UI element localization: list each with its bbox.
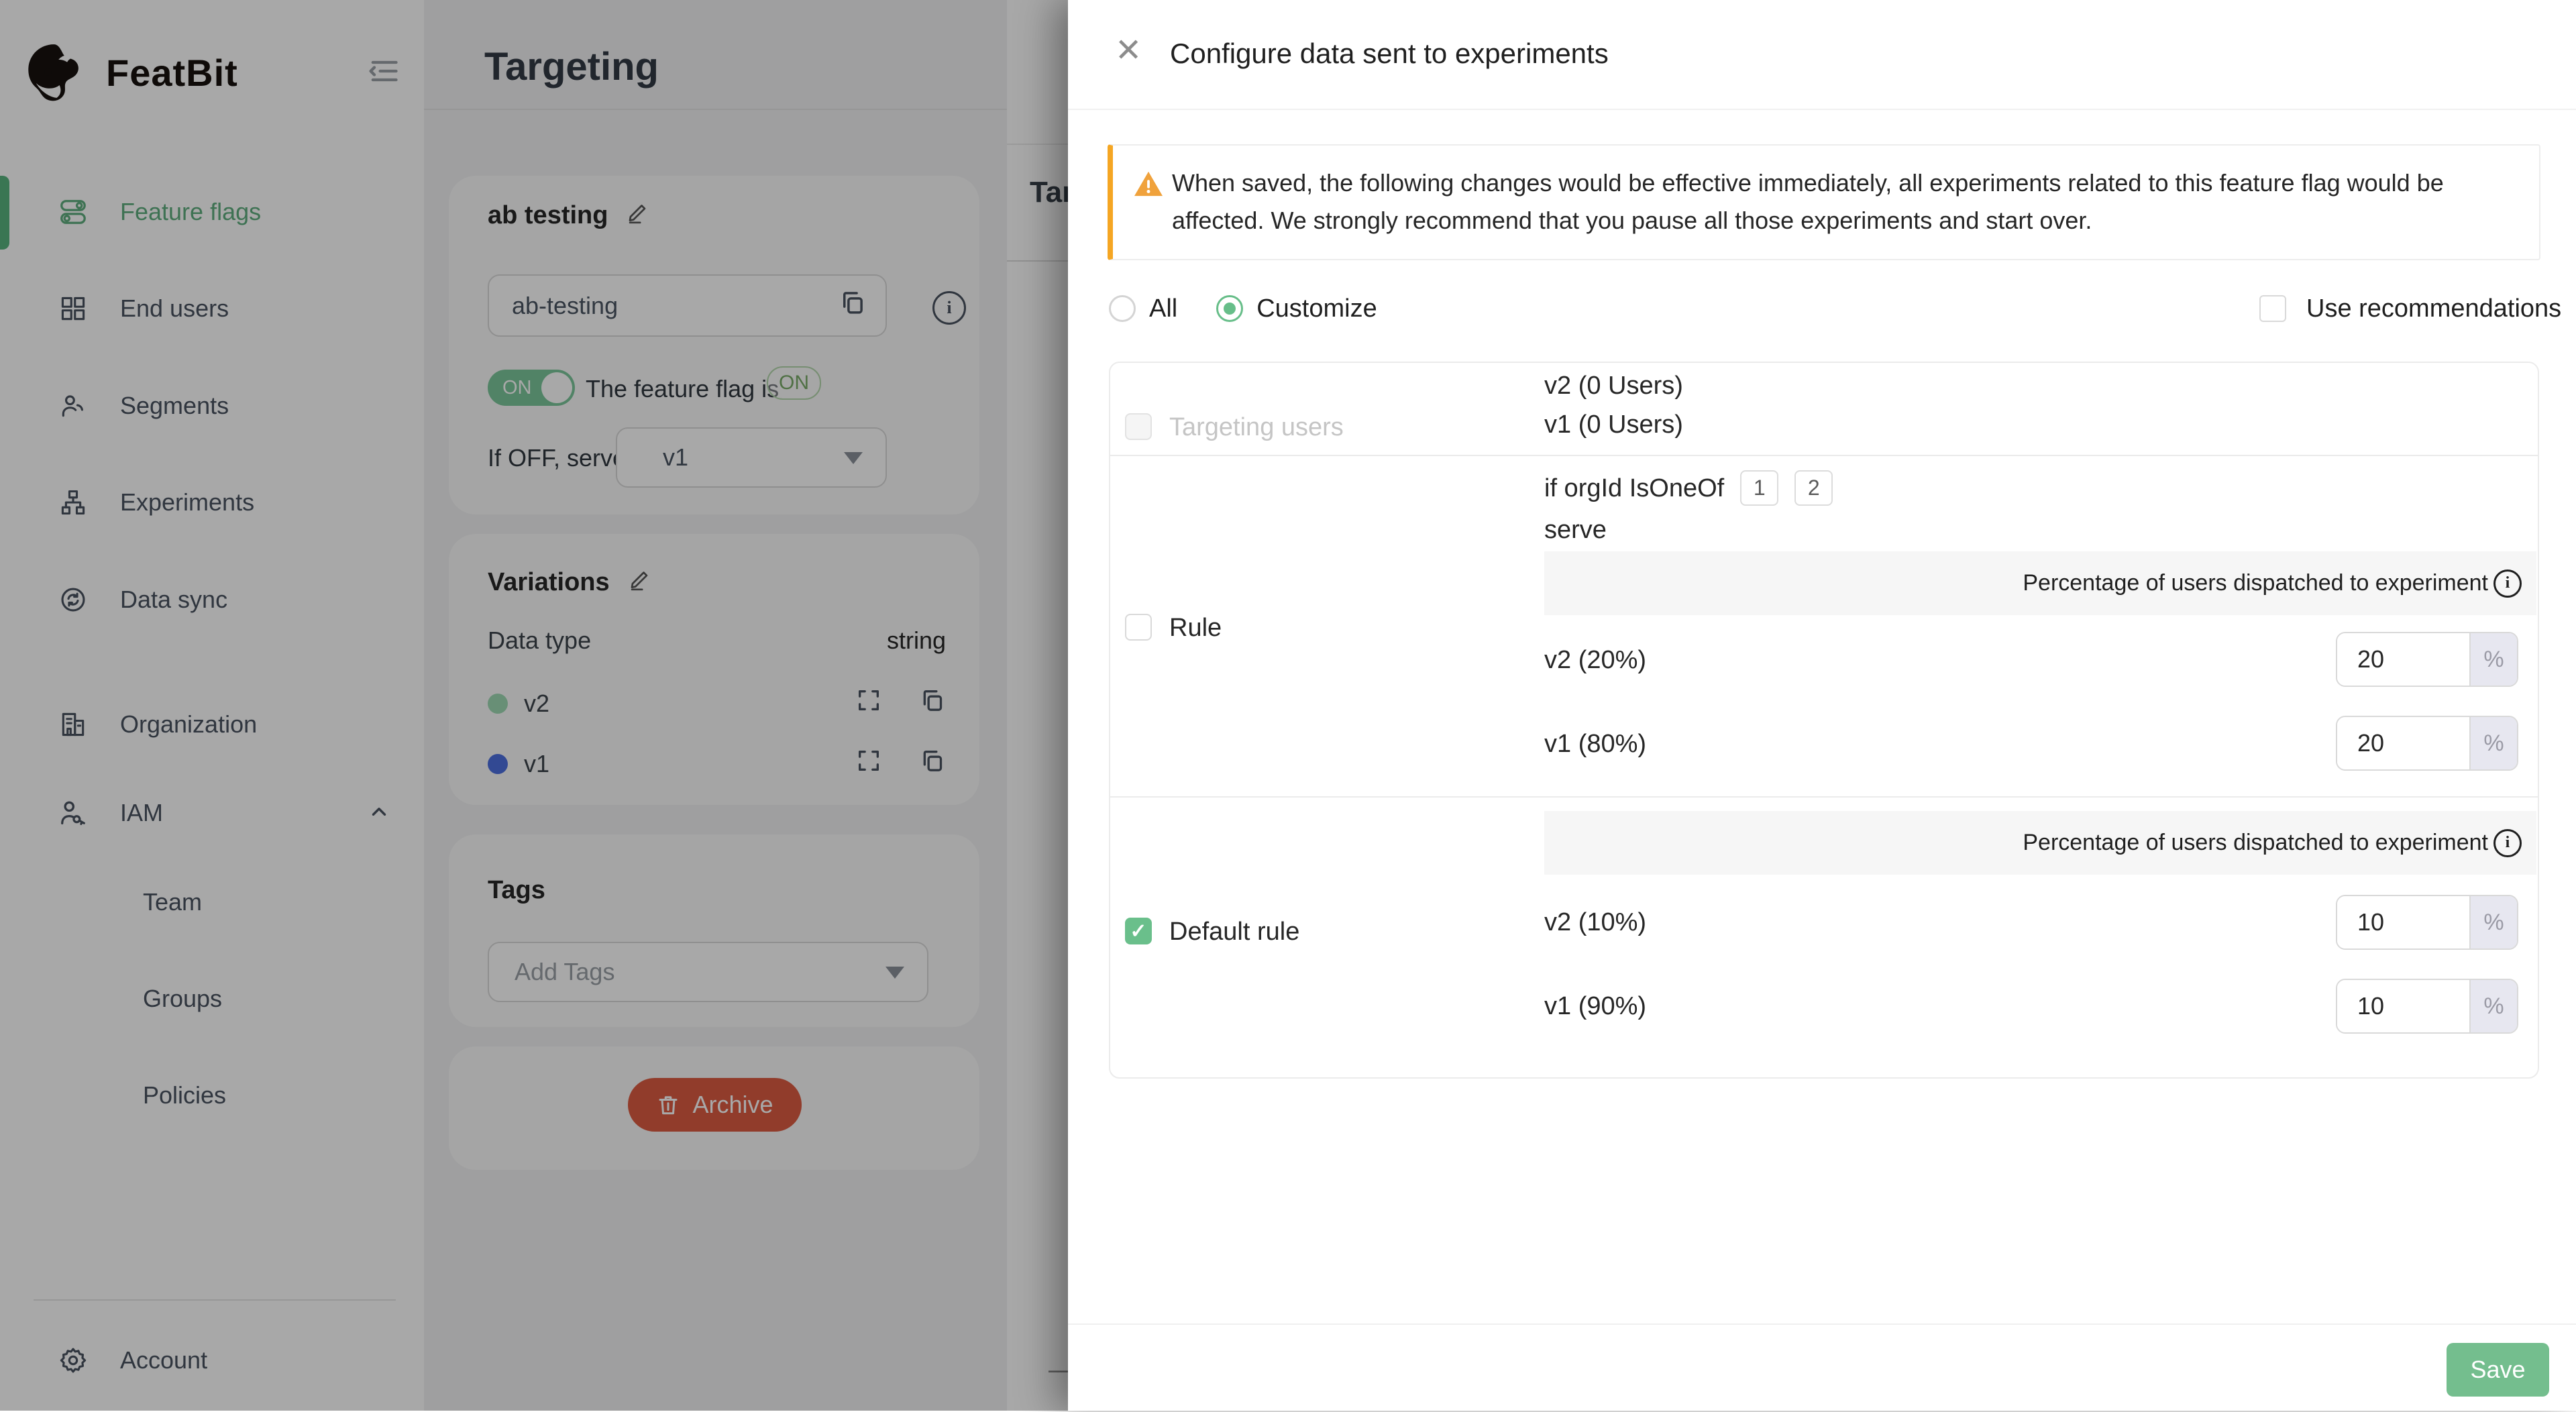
use-recommendations-label: Use recommendations	[2306, 294, 2561, 323]
default-rule-percent-input-group: %	[2336, 895, 2518, 950]
percent-input[interactable]	[2337, 717, 2469, 769]
rule-variation-percent-input-group: %	[2336, 632, 2518, 687]
use-recommendations-option: Use recommendations	[2259, 290, 2561, 327]
radio-all-label: All	[1149, 294, 1177, 323]
rule-serve-label: serve	[1544, 515, 1607, 545]
radio-all[interactable]	[1109, 295, 1136, 322]
warning-text: When saved, the following changes would …	[1172, 164, 2444, 239]
row-divider	[1110, 455, 2538, 456]
close-icon[interactable]: ✕	[1115, 35, 1142, 67]
row-divider	[1110, 796, 2538, 798]
default-rule-label: Default rule	[1169, 917, 1299, 946]
targeting-users-label: Targeting users	[1169, 413, 1344, 442]
warning-line-2: affected. We strongly recommend that you…	[1172, 202, 2444, 239]
drawer-footer: Save	[1068, 1323, 2576, 1412]
percent-unit: %	[2469, 717, 2517, 769]
rule-variation-label: v1 (80%)	[1544, 729, 1646, 759]
rule-percentage-header: Percentage of users dispatched to experi…	[1544, 551, 2536, 615]
default-rule-percentage-header: Percentage of users dispatched to experi…	[1544, 811, 2536, 875]
percent-input[interactable]	[2337, 633, 2469, 686]
targeting-users-variation: v2 (0 Users)	[1544, 371, 1683, 400]
default-rule-variation-label: v2 (10%)	[1544, 908, 1646, 937]
use-recommendations-checkbox[interactable]	[2259, 295, 2286, 322]
percent-input[interactable]	[2337, 980, 2469, 1032]
percentage-header-text: Percentage of users dispatched to experi…	[2023, 570, 2488, 596]
rule-variation-percent-input-group: %	[2336, 716, 2518, 771]
rule-condition-text: if orgId IsOneOf	[1544, 474, 1724, 503]
radio-customize-label: Customize	[1256, 294, 1377, 323]
default-rule-variation-label: v1 (90%)	[1544, 991, 1646, 1021]
info-icon[interactable]: i	[2493, 829, 2522, 857]
rule-condition-value: 2	[1794, 470, 1833, 506]
default-rule-checkbox[interactable]: ✓	[1125, 918, 1152, 944]
warning-icon	[1133, 170, 1164, 201]
percent-unit: %	[2469, 896, 2517, 948]
default-rule-percent-input-group: %	[2336, 979, 2518, 1034]
warning-alert: When saved, the following changes would …	[1108, 144, 2540, 260]
targeting-users-variation: v1 (0 Users)	[1544, 410, 1683, 439]
experiment-config-table: Targeting users v2 (0 Users) v1 (0 Users…	[1109, 362, 2539, 1079]
rule-label: Rule	[1169, 613, 1222, 643]
drawer-header: ✕ Configure data sent to experiments	[1068, 0, 2576, 110]
percent-input[interactable]	[2337, 896, 2469, 948]
rule-checkbox[interactable]	[1125, 614, 1152, 641]
drawer-title: Configure data sent to experiments	[1170, 38, 1609, 70]
save-button[interactable]: Save	[2447, 1343, 2549, 1397]
percentage-header-text: Percentage of users dispatched to experi…	[2023, 830, 2488, 856]
drawer-overlay-mask[interactable]	[0, 0, 1068, 1411]
percent-unit: %	[2469, 633, 2517, 686]
rule-condition-value: 1	[1740, 470, 1778, 506]
dispatch-mode-options: All Customize	[1109, 290, 1377, 327]
warning-line-1: When saved, the following changes would …	[1172, 164, 2444, 202]
radio-customize[interactable]	[1216, 295, 1243, 322]
percent-unit: %	[2469, 980, 2517, 1032]
targeting-users-checkbox[interactable]	[1125, 413, 1152, 440]
experiment-config-drawer: ✕ Configure data sent to experiments Whe…	[1068, 0, 2576, 1411]
info-icon[interactable]: i	[2493, 569, 2522, 598]
rule-variation-label: v2 (20%)	[1544, 645, 1646, 675]
rule-condition-row: if orgId IsOneOf 1 2	[1544, 470, 1833, 506]
